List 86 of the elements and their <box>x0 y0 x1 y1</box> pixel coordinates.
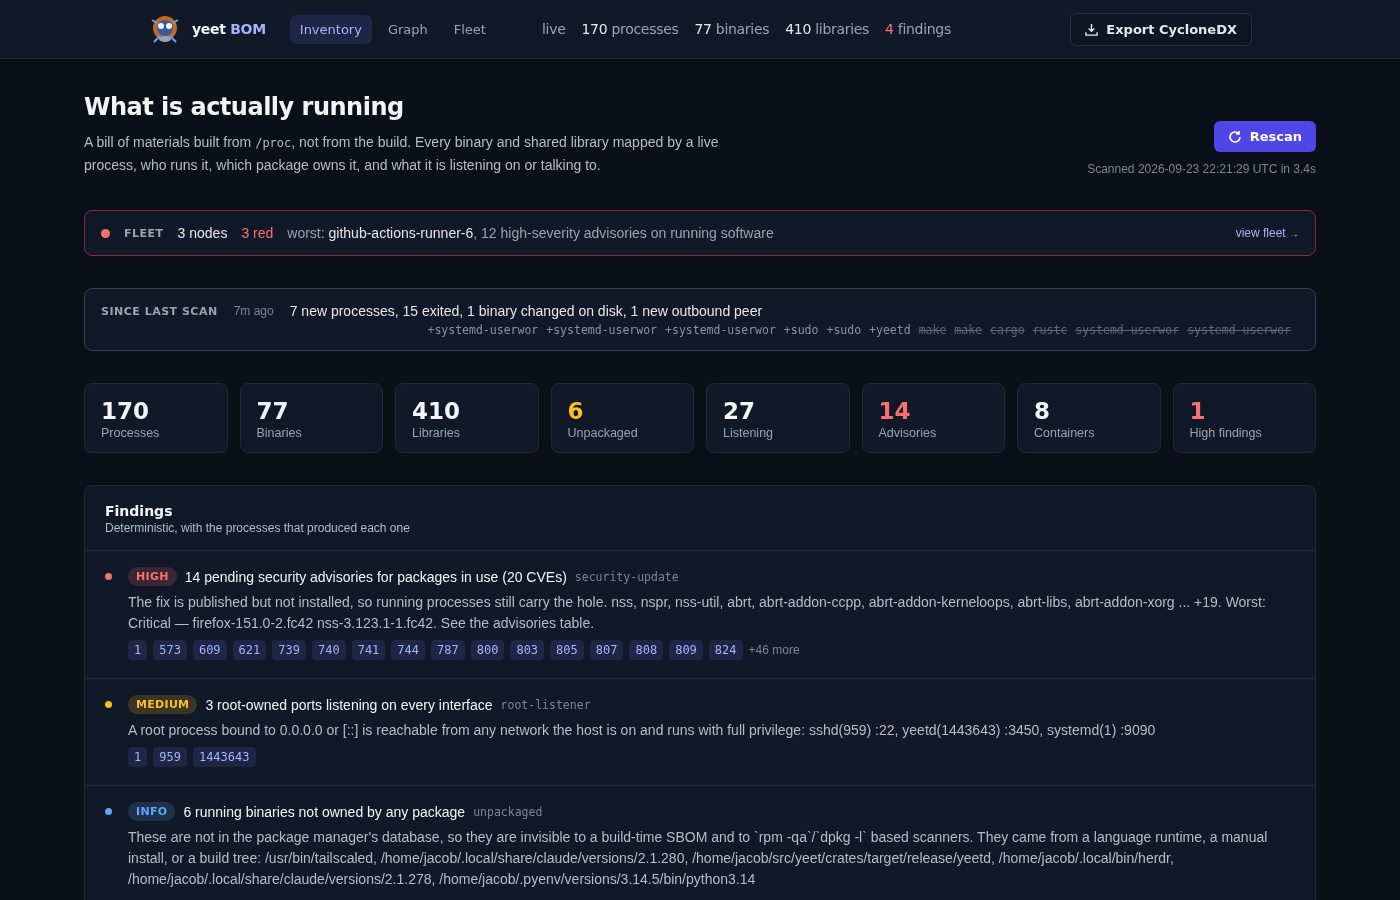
exited-process: rustc <box>1032 323 1068 337</box>
metric-label: High findings <box>1189 426 1263 440</box>
finding-tag: security-update <box>574 569 679 584</box>
pid-chip[interactable]: 809 <box>669 640 703 660</box>
new-process: +systemd-userwor <box>546 323 658 337</box>
finding-description: These are not in the package manager's database, so they are invisible to a build-time SBOM and to `rpm -qa`/`dpkg -l` based scanners. They came from a language runtime, a manual install, or a build tree: /usr/bin/tailscaled, /home/jacob/.local/share/claude/versions/2.1.280, /home/jacob/src/yeet/crates/target/release/yeetd, /home/jacob/.local/bin/herdr, /home/jacob/.local/share/claude/versions/2.1.278, /home/jacob/.pyenv/versions/3.14.5/bin/python3.14 <box>128 828 1269 889</box>
new-process: +yeetd <box>869 323 911 337</box>
brand-name: yeet BOM <box>192 21 266 37</box>
metric-label: Binaries <box>256 426 303 440</box>
new-process: +sudo <box>783 323 819 337</box>
pid-chip[interactable]: 744 <box>391 640 426 660</box>
metric-label: Libraries <box>412 426 461 440</box>
new-process: +systemd-userwor <box>665 323 776 337</box>
metric-label: Unpackaged <box>567 426 639 440</box>
export-button[interactable]: Export CycloneDX <box>1070 12 1252 46</box>
finding-tag: root-listener <box>500 697 591 712</box>
pid-chip[interactable]: 1443643 <box>192 747 256 767</box>
pid-chip[interactable]: 807 <box>589 640 624 660</box>
exited-process: cargo <box>990 323 1025 337</box>
more-count: +46 more <box>748 643 800 657</box>
finding-description: The fix is published but not installed, so running processes still carry the hole. nss, nspr, nss-util, abrt, abrt-addon-ccpp, abrt-addon-kerneloops, abrt-libs, abrt-addon-xorg ... +19. Worst: Critical — firefox-151.0-2.fc42 nss-3.123.1-1.fc42. See the advisories table. <box>128 593 1267 633</box>
metric-value: 1 <box>1189 398 1207 424</box>
pid-chip[interactable]: 824 <box>708 640 743 660</box>
panel-subtitle: Deterministic, with the processes that produced each one <box>105 521 411 535</box>
severity-badge: MEDIUM <box>128 695 198 714</box>
header-stat: 4 findings <box>885 21 951 37</box>
finding-title: 3 root-owned ports listening on every interface <box>205 696 493 713</box>
download-icon <box>1085 22 1099 36</box>
rescan-button[interactable]: Rescan <box>1213 121 1316 152</box>
severity-badge: HIGH <box>128 567 177 586</box>
pid-chip[interactable]: 808 <box>629 640 664 660</box>
finding-tag: unpackaged <box>473 804 543 819</box>
pid-chip[interactable]: 741 <box>351 640 386 660</box>
pid-chip[interactable]: 959 <box>153 747 187 767</box>
nav-tab[interactable]: Graph <box>377 14 438 44</box>
fleet-label: FLEET <box>124 226 164 240</box>
nav-tab[interactable]: Fleet <box>443 14 496 44</box>
new-process: +systemd-userwor <box>427 323 539 337</box>
node-count: 3 nodes <box>177 225 228 241</box>
finding-title: 6 running binaries not owned by any package <box>183 803 466 820</box>
scan-timestamp: Scanned 2026-09-23 22:21:29 UTC in 3.4s <box>1087 162 1316 176</box>
exited-process: systemd-userwor <box>1187 323 1291 337</box>
pid-chip[interactable]: 1 <box>128 640 148 660</box>
pid-chip[interactable]: 740 <box>312 640 346 660</box>
flagged-count: 3 red <box>241 225 274 241</box>
exited-process: make <box>954 323 983 337</box>
scan-age: 7m ago <box>233 304 274 318</box>
metric-value: 77 <box>256 398 290 424</box>
finding-description: A root process bound to 0.0.0.0 or [::] is reachable from any network the host is on and runs with full privilege: sshd(959) :22, yeetd(1443643) :3450, systemd(1) :9090 <box>128 721 1157 740</box>
page-description: A bill of materials built from /proc, not from the build. Every binary and shared library mapped by a live process, who runs it, which package owns it, and what it is listening on or talking to. <box>84 133 720 175</box>
severity-badge: INFO <box>128 802 176 821</box>
since-label: SINCE LAST SCAN <box>101 304 218 318</box>
metric-value: 410 <box>412 398 461 424</box>
metric-value: 170 <box>101 398 150 424</box>
pid-chip[interactable]: 621 <box>232 640 267 660</box>
pid-chip[interactable]: 805 <box>550 640 584 660</box>
metric-label: Listening <box>723 426 775 440</box>
metric-value: 6 <box>567 398 585 424</box>
page-title: What is actually running <box>84 93 405 121</box>
finding-title: 14 pending security advisories for packages in use (20 CVEs) <box>184 568 567 585</box>
pid-chip[interactable]: 800 <box>470 640 505 660</box>
metric-label: Advisories <box>878 426 938 440</box>
metric-value: 8 <box>1034 398 1051 424</box>
pid-chip[interactable]: 803 <box>510 640 545 660</box>
panel-title: Findings <box>105 503 174 519</box>
pid-chip[interactable]: 1 <box>128 747 148 767</box>
pid-chip[interactable]: 573 <box>153 640 187 660</box>
pid-chip[interactable]: 739 <box>272 640 306 660</box>
exited-process: systemd-userwor <box>1075 323 1180 337</box>
metric-label: Containers <box>1034 426 1096 440</box>
pid-chip[interactable]: 609 <box>192 640 227 660</box>
metric-value: 27 <box>723 398 756 424</box>
header-stat: 410 libraries <box>785 21 870 37</box>
nav-tab[interactable]: Inventory <box>289 14 372 44</box>
refresh-icon <box>1227 129 1242 144</box>
exited-process: make <box>918 323 947 337</box>
pid-chip[interactable]: 787 <box>431 640 465 660</box>
new-process: +sudo <box>826 323 862 337</box>
metric-label: Processes <box>101 426 161 440</box>
header-stat: 170 processes <box>581 21 679 37</box>
header-stat: 77 binaries <box>694 21 770 37</box>
live-label: live <box>541 21 566 37</box>
metric-value: 14 <box>878 398 912 424</box>
worst-summary: worst: github-actions-runner-6, 12 high-severity advisories on running software <box>287 225 774 241</box>
view-fleet-link[interactable]: view fleet → <box>1235 226 1299 240</box>
change-summary: 7 new processes, 15 exited, 1 binary changed on disk, 1 new outbound peer <box>289 303 763 319</box>
